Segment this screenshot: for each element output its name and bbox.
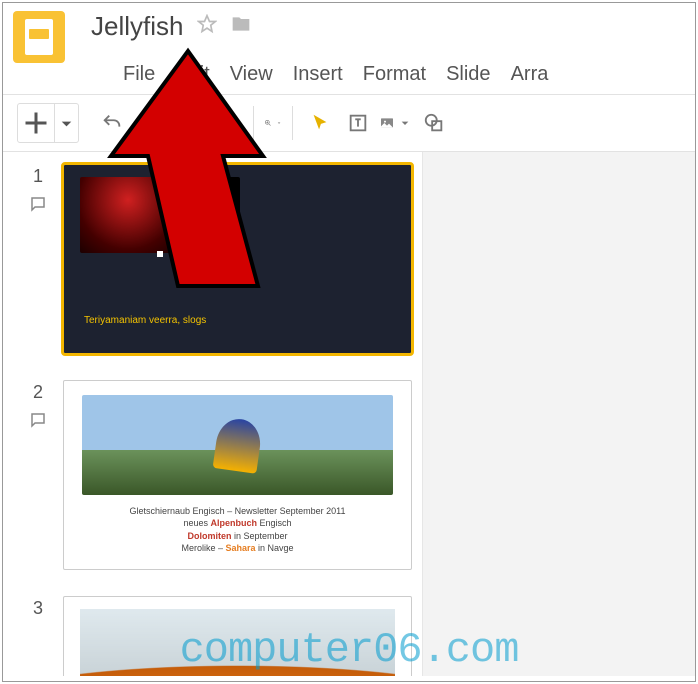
- speaker-notes-icon: [29, 195, 47, 218]
- slide-thumbnail[interactable]: Gletschiernaub Engisch – Newsletter Sept…: [63, 380, 412, 570]
- redo-button[interactable]: [133, 103, 167, 143]
- filmstrip[interactable]: 1 Teriyamaniam veerra, slogs 2: [3, 152, 423, 676]
- move-folder-icon[interactable]: [231, 14, 251, 39]
- menu-bar: File Edit View Insert Format Slide Arra: [3, 57, 695, 94]
- select-tool-button[interactable]: [303, 103, 337, 143]
- new-slide-dropdown-icon[interactable]: [54, 104, 78, 142]
- menu-view[interactable]: View: [230, 63, 273, 86]
- new-slide-button[interactable]: [17, 103, 79, 143]
- slide-thumbnail[interactable]: Teriyamaniam veerra, slogs: [63, 164, 412, 354]
- slide-thumbnail-row: 1 Teriyamaniam veerra, slogs: [13, 164, 412, 354]
- separator: [292, 106, 293, 140]
- menu-arrange[interactable]: Arra: [511, 63, 549, 86]
- menu-file[interactable]: File: [123, 63, 155, 86]
- paint-format-button[interactable]: [209, 103, 243, 143]
- slide-number: 1: [33, 166, 43, 187]
- slide-number: 3: [33, 598, 43, 619]
- separator: [253, 106, 254, 140]
- slide-thumbnail[interactable]: [63, 596, 412, 676]
- shape-tool-button[interactable]: [417, 103, 451, 143]
- undo-button[interactable]: [95, 103, 129, 143]
- toolbar: [3, 94, 695, 152]
- star-icon[interactable]: [197, 14, 217, 39]
- textbox-tool-button[interactable]: [341, 103, 375, 143]
- slide-thumbnail-row: 3: [13, 596, 412, 676]
- app-logo-icon[interactable]: [13, 11, 65, 63]
- slide-text-sample: Teriyamaniam veerra, slogs: [84, 315, 206, 327]
- menu-format[interactable]: Format: [363, 63, 426, 86]
- slide-thumbnail-row: 2 Gletschiernaub Engisch – Newsletter Se…: [13, 380, 412, 570]
- zoom-button[interactable]: [264, 116, 282, 130]
- speaker-notes-icon: [29, 411, 47, 434]
- slide-number: 2: [33, 382, 43, 403]
- menu-insert[interactable]: Insert: [293, 63, 343, 86]
- image-tool-button[interactable]: [379, 103, 413, 143]
- plus-icon: [18, 105, 54, 141]
- menu-edit[interactable]: Edit: [175, 63, 209, 86]
- document-title[interactable]: Jellyfish: [91, 11, 183, 42]
- slide-text-sample: Gletschiernaub Engisch – Newsletter Sept…: [64, 505, 411, 555]
- slide-canvas[interactable]: [423, 152, 695, 676]
- menu-slide[interactable]: Slide: [446, 63, 490, 86]
- print-button[interactable]: [171, 103, 205, 143]
